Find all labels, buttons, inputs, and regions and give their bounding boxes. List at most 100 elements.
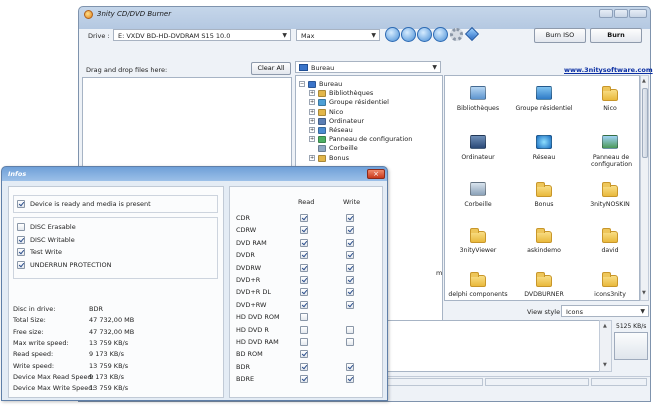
scroll-down-arrow-icon[interactable]: ▼ <box>642 290 646 296</box>
icon-item[interactable]: delphi components <box>447 270 509 300</box>
checkbox[interactable] <box>17 200 25 208</box>
tree-expander-icon[interactable]: + <box>309 90 315 97</box>
scroll-down-arrow-icon[interactable]: ▼ <box>603 362 607 368</box>
write-checkbox[interactable] <box>346 362 354 371</box>
burn-action-icon[interactable] <box>385 27 400 42</box>
read-checkbox[interactable] <box>300 214 308 222</box>
checkbox-label: DISC Writable <box>30 235 75 244</box>
minimize-button[interactable] <box>599 9 613 18</box>
write-checkbox[interactable] <box>346 300 354 309</box>
media-type-label: DVD RAM <box>236 238 267 247</box>
read-checkbox[interactable] <box>300 375 308 384</box>
tree-item-label: Corbeille <box>329 144 358 153</box>
tree-expander-icon[interactable]: + <box>309 117 315 124</box>
write-checkbox[interactable] <box>346 325 354 334</box>
dialog-close-button[interactable]: × <box>367 169 385 179</box>
dialog-left-panel: Device is ready and media is present DIS… <box>8 186 224 398</box>
write-checkbox[interactable] <box>346 238 354 247</box>
icon-item[interactable]: DVDBURNER <box>513 270 575 300</box>
icon-item[interactable]: icons3nity <box>579 270 639 300</box>
recycle-bin-icon <box>470 182 486 196</box>
settings-gear-icon[interactable] <box>450 28 463 41</box>
speed-select[interactable]: Max ▼ <box>296 29 380 41</box>
write-checkbox[interactable] <box>346 276 354 284</box>
write-checkbox[interactable] <box>346 263 354 272</box>
icon-label: Réseau <box>532 154 556 161</box>
scroll-up-arrow-icon[interactable]: ▲ <box>603 323 607 329</box>
tree-expander-icon[interactable]: + <box>309 136 315 143</box>
copy-disc-icon[interactable] <box>401 27 416 42</box>
tree-expander-icon[interactable]: + <box>309 108 315 115</box>
detail-value: 13 759 KB/s <box>89 361 129 370</box>
checkbox[interactable] <box>17 248 25 256</box>
icon-item[interactable]: Nico <box>579 84 639 128</box>
tree-item-label: Nico <box>329 107 344 116</box>
burn-button[interactable]: Burn <box>590 28 642 43</box>
icon-label: Ordinateur <box>461 154 495 161</box>
write-checkbox[interactable] <box>346 338 354 346</box>
close-icon: × <box>373 170 379 178</box>
icon-item[interactable]: 3nityNOSKIN <box>579 180 639 224</box>
tree-item-label: Groupe résidentiel <box>329 98 389 107</box>
icon-item[interactable]: 3nityViewer <box>447 226 509 270</box>
icon-item[interactable]: Bonus <box>513 180 575 224</box>
icon-label: Nico <box>603 105 617 112</box>
icon-item[interactable]: askindemo <box>513 226 575 270</box>
read-checkbox[interactable] <box>300 350 308 359</box>
location-select[interactable]: Bureau ▼ <box>295 61 441 73</box>
view-style-value: Icons <box>566 308 583 316</box>
icon-item[interactable]: Groupe résidentiel <box>513 84 575 128</box>
checkbox[interactable] <box>17 223 25 231</box>
read-checkbox[interactable] <box>300 263 308 272</box>
website-link[interactable]: www.3nitysoftware.com <box>564 66 653 74</box>
folder-icon <box>536 182 552 197</box>
write-checkbox[interactable] <box>346 251 354 260</box>
read-checkbox[interactable] <box>300 251 308 260</box>
write-checkbox[interactable] <box>346 214 354 222</box>
icon-view-scrollbar[interactable]: ▲ ▼ <box>640 75 649 301</box>
media-type-label: DVDR <box>236 251 255 260</box>
write-checkbox[interactable] <box>346 288 354 297</box>
read-checkbox[interactable] <box>300 362 308 371</box>
read-checkbox[interactable] <box>300 288 308 297</box>
log-scrollbar[interactable]: ▲ ▼ <box>599 320 612 372</box>
icon-item[interactable]: Ordinateur <box>447 133 509 177</box>
tree-expander-icon[interactable]: + <box>309 127 315 133</box>
info-diamond-icon[interactable] <box>464 26 480 42</box>
eject-icon[interactable] <box>433 27 448 42</box>
checkbox[interactable] <box>17 260 25 269</box>
tree-expander-icon[interactable]: + <box>309 154 315 161</box>
drive-select-value: E: VXDV BD-HD-DVDRAM S15 10.0 <box>118 32 231 40</box>
clear-all-button[interactable]: Clear All <box>251 62 291 75</box>
close-button[interactable] <box>629 9 647 18</box>
read-checkbox[interactable] <box>300 238 308 247</box>
icon-item[interactable]: Corbeille <box>447 180 509 224</box>
burn-iso-button[interactable]: Burn ISO <box>534 28 586 43</box>
tree-item-label: Réseau <box>329 126 353 134</box>
maximize-button[interactable] <box>614 9 628 18</box>
icon-item[interactable]: Réseau <box>513 133 575 177</box>
erase-disc-icon[interactable] <box>417 27 432 42</box>
read-checkbox[interactable] <box>300 313 308 322</box>
read-checkbox[interactable] <box>300 300 308 309</box>
read-checkbox[interactable] <box>300 325 308 334</box>
detail-value: BDR <box>89 305 103 313</box>
tree-expander-icon[interactable]: + <box>309 99 315 106</box>
drive-select[interactable]: E: VXDV BD-HD-DVDRAM S15 10.0 ▼ <box>113 29 291 41</box>
icon-item[interactable]: Bibliothèques <box>447 84 509 128</box>
speed-readout: 5125 KB/s <box>616 323 647 330</box>
write-checkbox[interactable] <box>346 226 354 235</box>
view-style-select[interactable]: Icons ▼ <box>561 305 649 317</box>
scroll-up-arrow-icon[interactable]: ▲ <box>642 78 646 84</box>
icon-view[interactable]: Bibliothèques Groupe résidentiel Nico Ordin… <box>444 75 640 301</box>
icon-item[interactable]: Panneau de configuration <box>579 133 639 177</box>
read-checkbox[interactable] <box>300 276 308 284</box>
checkbox[interactable] <box>17 235 25 244</box>
icon-item[interactable]: david <box>579 226 639 270</box>
scrollbar-thumb[interactable] <box>642 88 648 158</box>
tree-expander-icon[interactable]: − <box>299 81 305 87</box>
write-checkbox[interactable] <box>346 375 354 384</box>
folder-icon <box>602 272 618 287</box>
read-checkbox[interactable] <box>300 226 308 235</box>
read-checkbox[interactable] <box>300 338 308 346</box>
